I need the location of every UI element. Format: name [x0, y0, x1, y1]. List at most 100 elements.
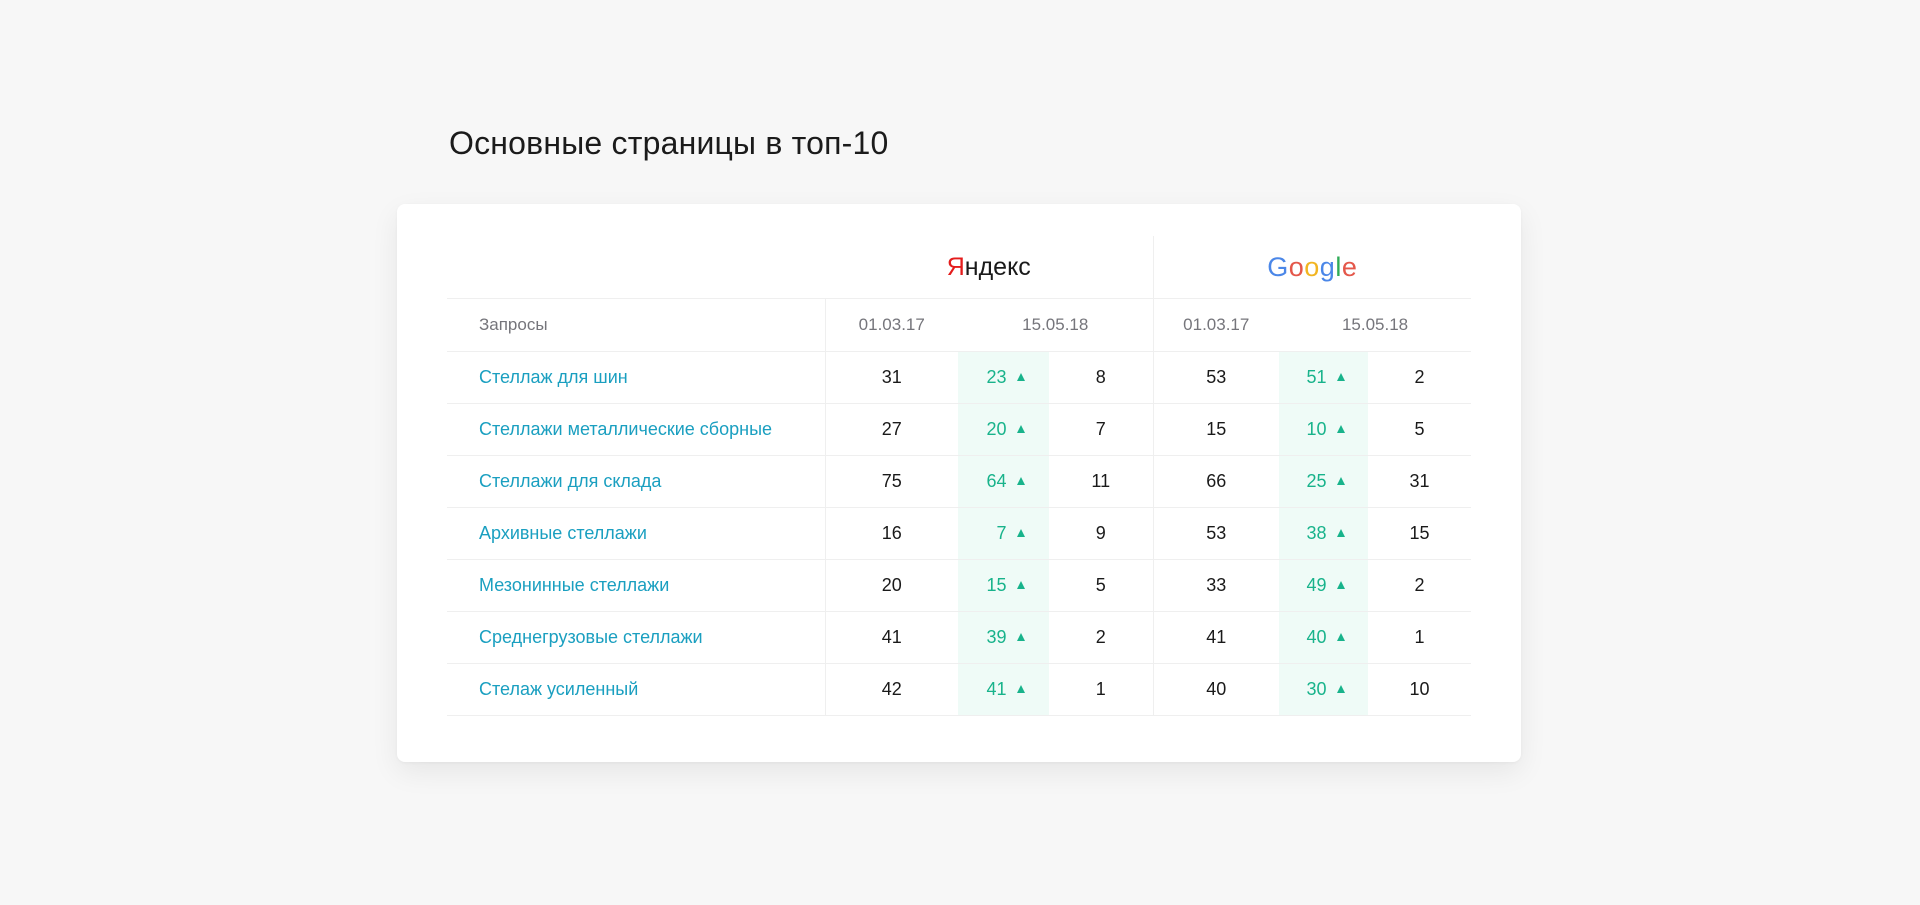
yandex-end-position-value: 7 — [996, 523, 1007, 543]
google-logo-letter: o — [1288, 252, 1305, 282]
triangle-up-icon — [1016, 477, 1025, 485]
google-date-end-header: 15.05.18 — [1279, 298, 1472, 352]
queries-column-header: Запросы — [447, 298, 825, 352]
triangle-up-icon — [1336, 373, 1345, 381]
query-cell: Стелаж усиленный — [447, 663, 825, 716]
yandex-end-position: 64 — [958, 455, 1049, 508]
triangle-up-icon — [1336, 581, 1345, 589]
table-body: Стеллаж для шин 31 23 8 53 51 2 Стеллажи металл… — [447, 351, 1472, 716]
yandex-end-position: 15 — [958, 559, 1049, 612]
google-logo-cell: Google — [1153, 236, 1472, 299]
yandex-end-position-value: 41 — [986, 679, 1007, 699]
google-logo-letter: g — [1319, 252, 1336, 282]
google-end-position: 30 — [1279, 663, 1369, 716]
google-end-position: 49 — [1279, 559, 1369, 612]
yandex-start-position: 27 — [824, 403, 958, 456]
triangle-up-icon — [1336, 529, 1345, 537]
yandex-date-end-header: 15.05.18 — [958, 298, 1154, 352]
table-row: Стеллажи для склада 75 64 11 66 25 31 — [447, 455, 1472, 508]
table-row: Среднегрузовые стеллажи 41 39 2 41 40 1 — [447, 611, 1472, 664]
query-link[interactable]: Среднегрузовые стеллажи — [479, 627, 703, 647]
google-end-position: 40 — [1279, 611, 1369, 664]
google-position-change: 1 — [1368, 611, 1472, 664]
yandex-end-position-value: 39 — [986, 627, 1007, 647]
query-link[interactable]: Архивные стеллажи — [479, 523, 647, 543]
google-end-position: 25 — [1279, 455, 1369, 508]
yandex-end-position: 7 — [958, 507, 1049, 560]
google-end-position: 51 — [1279, 351, 1369, 404]
yandex-logo: Яндекс — [947, 252, 1031, 282]
triangle-up-icon — [1016, 633, 1025, 641]
google-position-change: 2 — [1368, 351, 1472, 404]
yandex-start-position: 31 — [824, 351, 958, 404]
triangle-up-icon — [1016, 581, 1025, 589]
yandex-date-start-header: 01.03.17 — [824, 298, 958, 352]
google-start-position: 41 — [1152, 611, 1280, 664]
google-start-position: 53 — [1152, 507, 1280, 560]
google-end-position-value: 30 — [1306, 679, 1327, 699]
query-cell: Мезонинные стеллажи — [447, 559, 825, 612]
rankings-table: Яндекс Google Запросы 01.03.17 15.05.18 … — [447, 236, 1472, 716]
google-date-start-header: 01.03.17 — [1152, 298, 1280, 352]
yandex-start-position: 42 — [824, 663, 958, 716]
triangle-up-icon — [1016, 685, 1025, 693]
yandex-position-change: 8 — [1049, 351, 1154, 404]
yandex-end-position-value: 64 — [986, 471, 1007, 491]
yandex-start-position: 16 — [824, 507, 958, 560]
google-start-position: 33 — [1152, 559, 1280, 612]
yandex-position-change: 5 — [1049, 559, 1154, 612]
yandex-position-change: 7 — [1049, 403, 1154, 456]
query-link[interactable]: Стелаж усиленный — [479, 679, 638, 699]
triangle-up-icon — [1336, 425, 1345, 433]
yandex-start-position: 75 — [824, 455, 958, 508]
google-end-position-value: 38 — [1306, 523, 1327, 543]
google-position-change: 10 — [1368, 663, 1472, 716]
yandex-end-position: 23 — [958, 351, 1049, 404]
rankings-card: Яндекс Google Запросы 01.03.17 15.05.18 … — [397, 204, 1521, 762]
google-end-position-value: 51 — [1306, 367, 1327, 387]
yandex-logo-rest: ндекс — [964, 253, 1031, 281]
yandex-start-position: 20 — [824, 559, 958, 612]
google-logo: Google — [1267, 252, 1357, 282]
yandex-position-change: 1 — [1049, 663, 1154, 716]
yandex-position-change: 11 — [1049, 455, 1154, 508]
query-cell: Архивные стеллажи — [447, 507, 825, 560]
query-cell: Среднегрузовые стеллажи — [447, 611, 825, 664]
triangle-up-icon — [1016, 373, 1025, 381]
query-cell: Стеллаж для шин — [447, 351, 825, 404]
yandex-end-position-value: 20 — [986, 419, 1007, 439]
google-end-position-value: 10 — [1306, 419, 1327, 439]
rankings-table-wrap: Яндекс Google Запросы 01.03.17 15.05.18 … — [447, 236, 1472, 716]
table-row: Мезонинные стеллажи 20 15 5 33 49 2 — [447, 559, 1472, 612]
table-row: Стелаж усиленный 42 41 1 40 30 10 — [447, 663, 1472, 716]
yandex-end-position-value: 23 — [986, 367, 1007, 387]
google-logo-letter: G — [1267, 252, 1289, 282]
google-logo-letter: o — [1304, 252, 1320, 282]
yandex-end-position-value: 15 — [986, 575, 1007, 595]
table-row: Архивные стеллажи 16 7 9 53 38 15 — [447, 507, 1472, 560]
triangle-up-icon — [1016, 425, 1025, 433]
yandex-logo-first-letter: Я — [946, 253, 965, 281]
google-position-change: 31 — [1368, 455, 1472, 508]
google-end-position: 38 — [1279, 507, 1369, 560]
google-end-position-value: 49 — [1306, 575, 1327, 595]
query-link[interactable]: Стеллажи для склада — [479, 471, 661, 491]
query-link[interactable]: Стеллаж для шин — [479, 367, 628, 387]
google-start-position: 66 — [1152, 455, 1280, 508]
yandex-end-position: 41 — [958, 663, 1049, 716]
yandex-start-position: 41 — [824, 611, 958, 664]
page-title: Основные страницы в топ-10 — [449, 125, 889, 161]
google-start-position: 53 — [1152, 351, 1280, 404]
triangle-up-icon — [1336, 633, 1345, 641]
table-row: Стеллажи металлические сборные 27 20 7 15 10 5 — [447, 403, 1472, 456]
triangle-up-icon — [1336, 685, 1345, 693]
yandex-logo-cell: Яндекс — [825, 236, 1154, 299]
query-link[interactable]: Стеллажи металлические сборные — [479, 419, 772, 439]
triangle-up-icon — [1016, 529, 1025, 537]
table-row: Стеллаж для шин 31 23 8 53 51 2 — [447, 351, 1472, 404]
google-end-position-value: 40 — [1306, 627, 1327, 647]
query-link[interactable]: Мезонинные стеллажи — [479, 575, 669, 595]
google-logo-letter: e — [1341, 252, 1358, 282]
triangle-up-icon — [1336, 477, 1345, 485]
yandex-end-position: 39 — [958, 611, 1049, 664]
